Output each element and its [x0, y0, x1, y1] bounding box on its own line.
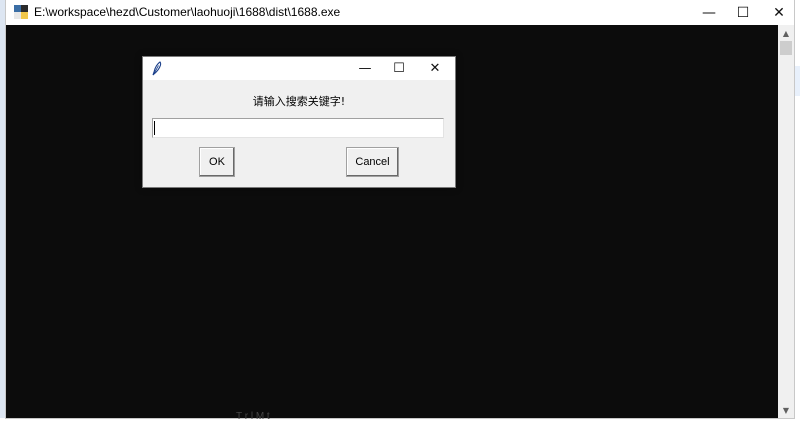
cancel-button[interactable]: Cancel — [346, 147, 399, 177]
console-titlebar[interactable]: E:\workspace\hezd\Customer\laohuoji\1688… — [6, 0, 794, 25]
background-window-accent — [794, 66, 800, 96]
console-close-button[interactable]: ✕ — [756, 0, 800, 25]
text-caret — [154, 121, 155, 135]
maximize-icon: ☐ — [736, 4, 750, 21]
console-scrollbar[interactable]: ▲ ▼ — [778, 25, 794, 418]
ok-button[interactable]: OK — [199, 147, 235, 177]
search-keyword-dialog: — ☐ ✕ 请输入搜索关键字! OK Cancel — [143, 57, 455, 187]
close-icon: ✕ — [773, 4, 785, 21]
dialog-maximize-button[interactable]: ☐ — [381, 57, 417, 80]
minimize-icon: — — [358, 61, 372, 76]
scroll-thumb[interactable] — [780, 41, 792, 55]
background-status-text: T r l M t — [236, 411, 270, 422]
python-app-icon — [14, 5, 28, 19]
tk-feather-icon — [152, 61, 162, 76]
background-window-right-edge — [794, 0, 800, 418]
search-prompt-label: 请输入搜索关键字! — [252, 95, 346, 108]
console-title: E:\workspace\hezd\Customer\laohuoji\1688… — [34, 5, 341, 19]
maximize-icon: ☐ — [393, 61, 405, 76]
dialog-close-button[interactable]: ✕ — [417, 57, 453, 80]
minimize-icon: — — [702, 4, 716, 21]
dialog-minimize-button[interactable]: — — [347, 57, 383, 80]
scroll-up-arrow-icon[interactable]: ▲ — [778, 25, 794, 41]
scroll-down-arrow-icon[interactable]: ▼ — [778, 402, 794, 418]
dialog-titlebar[interactable]: — ☐ ✕ — [143, 57, 455, 80]
search-keyword-input[interactable] — [152, 118, 444, 138]
close-icon: ✕ — [429, 61, 441, 76]
